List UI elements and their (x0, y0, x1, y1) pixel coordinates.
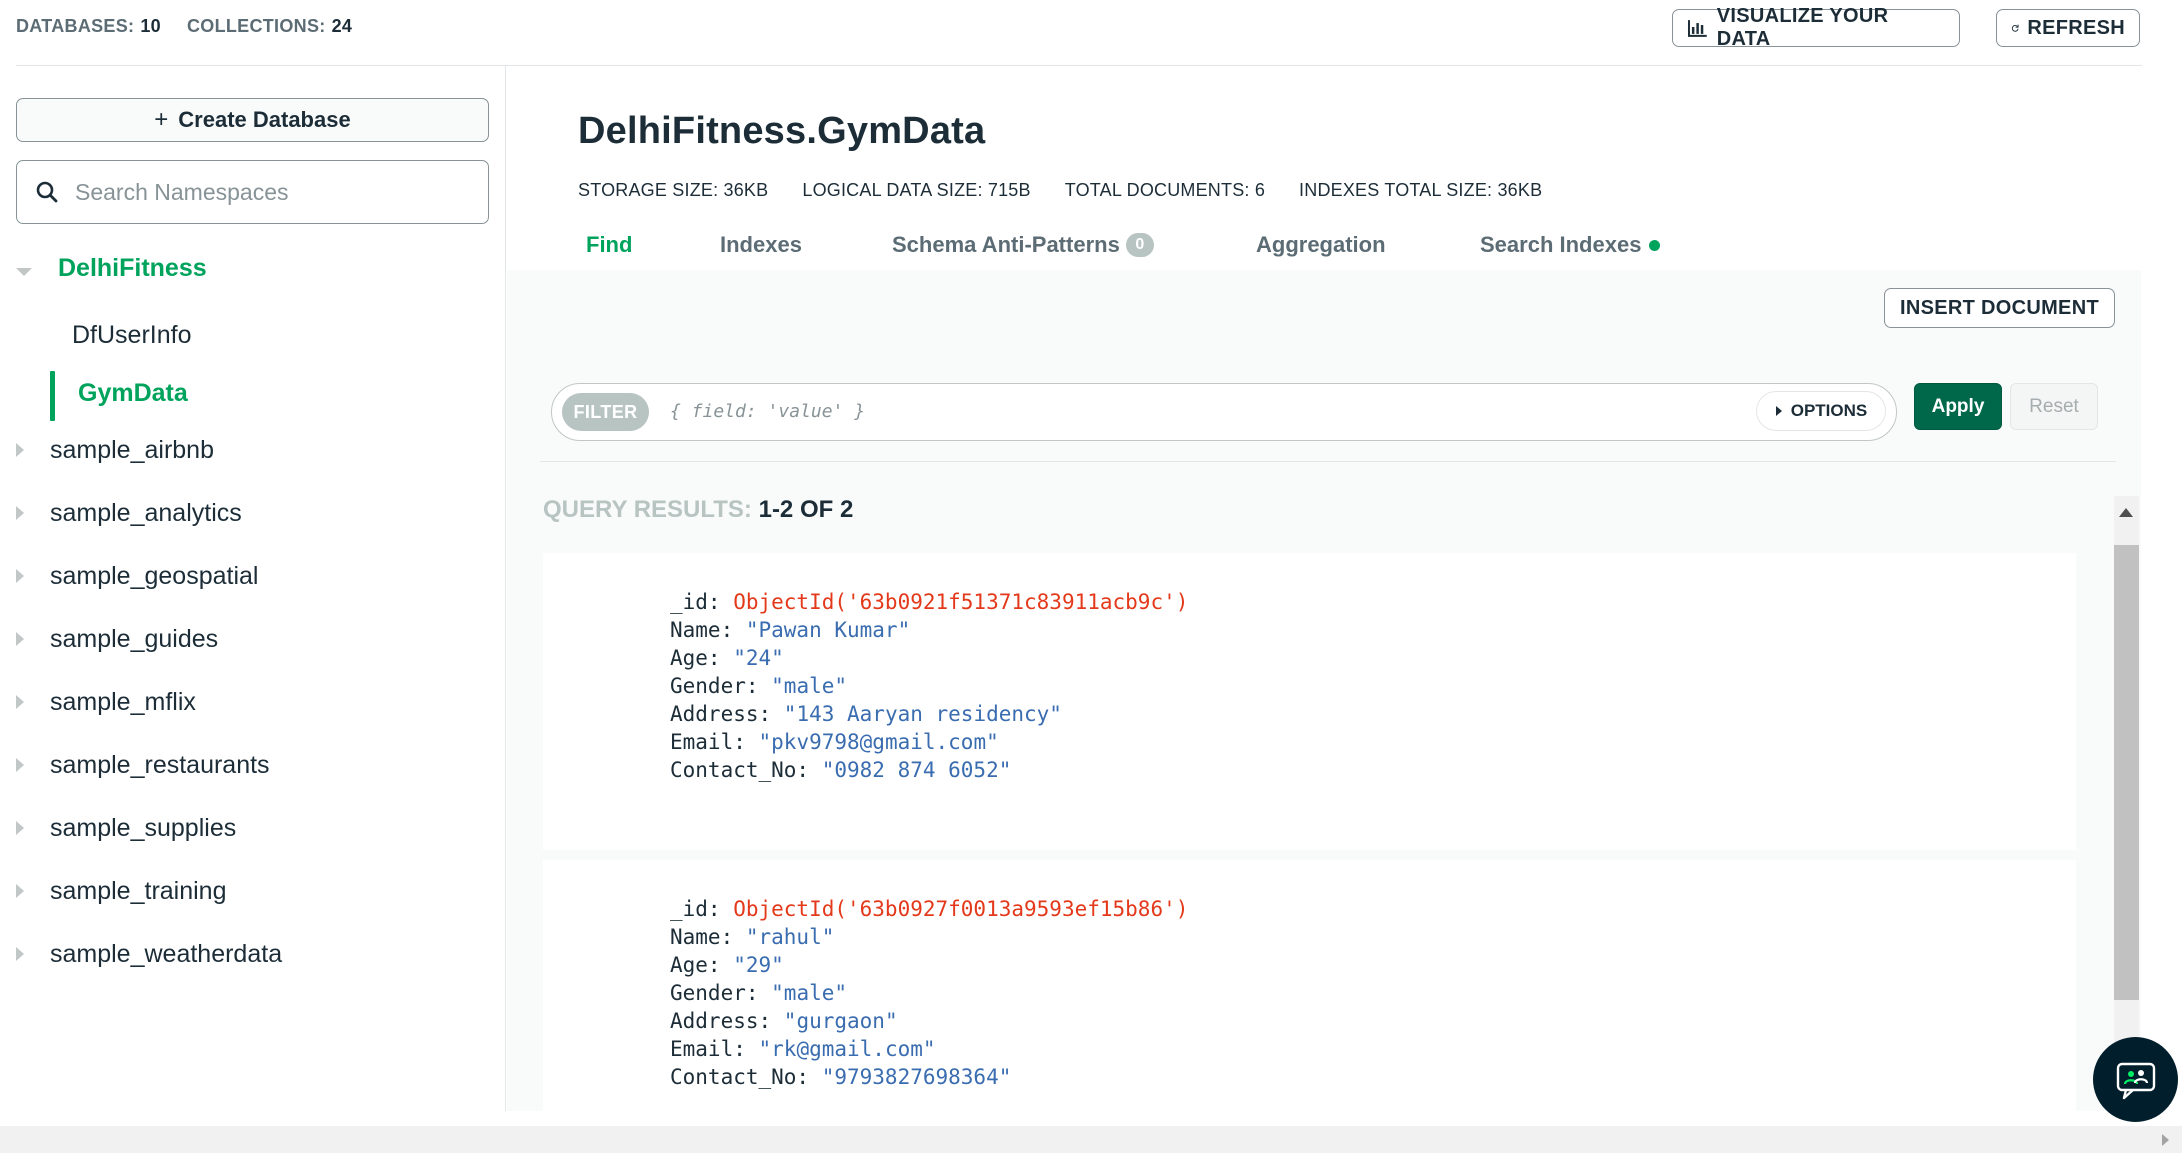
field-email: Email: "rk@gmail.com" (670, 1037, 936, 1061)
sidebar-db-item[interactable]: sample_guides (50, 625, 218, 654)
query-results-range: 1-2 OF 2 (758, 496, 854, 523)
tab-schema-anti-patterns[interactable]: Schema Anti-Patterns 0 (892, 232, 1256, 258)
document-card[interactable]: _id: ObjectId('63b0927f0013a9593ef15b86'… (543, 860, 2076, 1111)
field-name: Name: "Pawan Kumar" (670, 618, 911, 642)
sidebar-db-item[interactable]: sample_mflix (50, 688, 196, 717)
page-title: DelhiFitness.GymData (578, 110, 986, 152)
tab-search-indexes[interactable]: Search Indexes (1480, 232, 1661, 258)
field-address: Address: "gurgaon" (670, 1009, 898, 1033)
tab-indexes[interactable]: Indexes (720, 232, 892, 258)
stat-indexes-total-size: INDEXES TOTAL SIZE: 36KB (1299, 180, 1543, 200)
horizontal-scrollbar[interactable] (0, 1126, 2182, 1153)
chevron-right-icon[interactable] (16, 569, 24, 583)
field-gender: Gender: "male" (670, 674, 848, 698)
options-button[interactable]: OPTIONS (1756, 391, 1886, 431)
scroll-up-arrow-icon[interactable] (2119, 508, 2133, 517)
sidebar-db-item[interactable]: sample_training (50, 877, 227, 906)
field-email: Email: "pkv9798@gmail.com" (670, 730, 999, 754)
search-namespaces-input[interactable]: Search Namespaces (16, 160, 489, 224)
plus-icon: + (154, 106, 169, 133)
field-id: _id: ObjectId('63b0927f0013a9593ef15b86'… (670, 897, 1189, 921)
collection-stats: STORAGE SIZE: 36KB LOGICAL DATA SIZE: 71… (578, 180, 1542, 201)
reset-button[interactable]: Reset (2010, 383, 2098, 430)
tab-find[interactable]: Find (586, 232, 720, 258)
chevron-right-icon[interactable] (16, 506, 24, 520)
refresh-icon (2011, 24, 2019, 32)
apply-button[interactable]: Apply (1914, 383, 2002, 430)
field-name: Name: "rahul" (670, 925, 835, 949)
sidebar-db-item[interactable]: sample_airbnb (50, 436, 214, 465)
stat-storage-size: STORAGE SIZE: 36KB (578, 180, 769, 200)
document-card[interactable]: _id: ObjectId('63b0921f51371c83911acb9c'… (543, 553, 2076, 850)
field-age: Age: "29" (670, 953, 784, 977)
sidebar-db-delhifitness[interactable]: DelhiFitness (58, 254, 207, 283)
field-contact-no: Contact_No: "0982 874 6052" (670, 758, 1012, 782)
field-contact-no: Contact_No: "9793827698364" (670, 1065, 1012, 1089)
filter-divider (540, 461, 2116, 462)
collections-count: 24 (331, 16, 353, 36)
databases-label: DATABASES: (16, 16, 135, 36)
collection-tabs: Find Indexes Schema Anti-Patterns 0 Aggre… (586, 232, 1661, 258)
query-results-summary: QUERY RESULTS: 1-2 OF 2 (543, 496, 854, 523)
chevron-down-icon[interactable] (16, 268, 32, 276)
active-collection-indicator (50, 371, 55, 421)
bar-chart-icon (1687, 20, 1707, 37)
tab-aggregation[interactable]: Aggregation (1256, 232, 1480, 258)
chevron-right-icon[interactable] (16, 443, 24, 457)
visualize-data-button[interactable]: VISUALIZE YOUR DATA (1672, 5, 1960, 50)
create-database-label: Create Database (178, 107, 351, 132)
search-icon (36, 181, 58, 203)
create-database-button[interactable]: + Create Database (16, 98, 489, 142)
sidebar-db-item[interactable]: sample_geospatial (50, 562, 258, 591)
top-stats-bar: DATABASES: 10 COLLECTIONS: 24 VISUALIZE YOU… (0, 0, 2182, 66)
field-address: Address: "143 Aaryan residency" (670, 702, 1062, 726)
search-placeholder: Search Namespaces (75, 178, 289, 205)
anti-patterns-count-badge: 0 (1125, 233, 1154, 257)
sidebar-db-item[interactable]: sample_analytics (50, 499, 242, 528)
sidebar-db-item[interactable]: sample_weatherdata (50, 940, 282, 969)
sidebar-collection-gymdata[interactable]: GymData (78, 379, 188, 408)
instance-stats: DATABASES: 10 COLLECTIONS: 24 (16, 16, 378, 37)
query-filter-bar: FILTER { field: 'value' } OPTIONS (551, 383, 1897, 441)
field-age: Age: "24" (670, 646, 784, 670)
chevron-right-icon[interactable] (16, 632, 24, 646)
refresh-label: REFRESH (2027, 16, 2125, 39)
field-id: _id: ObjectId('63b0921f51371c83911acb9c'… (670, 590, 1189, 614)
insert-document-button[interactable]: INSERT DOCUMENT (1884, 288, 2115, 328)
new-indicator-dot (1649, 239, 1661, 251)
chevron-right-icon[interactable] (16, 947, 24, 961)
vertical-scrollbar-thumb[interactable] (2114, 545, 2139, 1000)
sidebar-collection-dfuserinfo[interactable]: DfUserInfo (72, 321, 191, 350)
collections-label: COLLECTIONS: (186, 16, 326, 36)
filter-input[interactable]: { field: 'value' } (670, 401, 865, 422)
chevron-right-icon[interactable] (16, 758, 24, 772)
chevron-right-icon[interactable] (16, 884, 24, 898)
stat-total-documents: TOTAL DOCUMENTS: 6 (1064, 180, 1266, 200)
sidebar-db-item[interactable]: sample_restaurants (50, 751, 270, 780)
refresh-button[interactable]: REFRESH (1996, 9, 2140, 47)
field-gender: Gender: "male" (670, 981, 848, 1005)
filter-chip: FILTER (562, 393, 649, 431)
sidebar-db-item[interactable]: sample_supplies (50, 814, 236, 843)
caret-right-icon (1775, 406, 1782, 416)
chat-assistant-button[interactable] (2093, 1037, 2178, 1122)
databases-count: 10 (140, 16, 161, 36)
sidebar: + Create Database Search Namespaces Delh… (0, 66, 506, 1111)
chevron-right-icon[interactable] (16, 695, 24, 709)
scroll-right-arrow-icon[interactable] (2162, 1134, 2169, 1146)
visualize-label: VISUALIZE YOUR DATA (1716, 5, 1889, 50)
chat-assistant-icon (2116, 1062, 2155, 1099)
stat-logical-data-size: LOGICAL DATA SIZE: 715B (802, 180, 1031, 200)
chevron-right-icon[interactable] (16, 821, 24, 835)
